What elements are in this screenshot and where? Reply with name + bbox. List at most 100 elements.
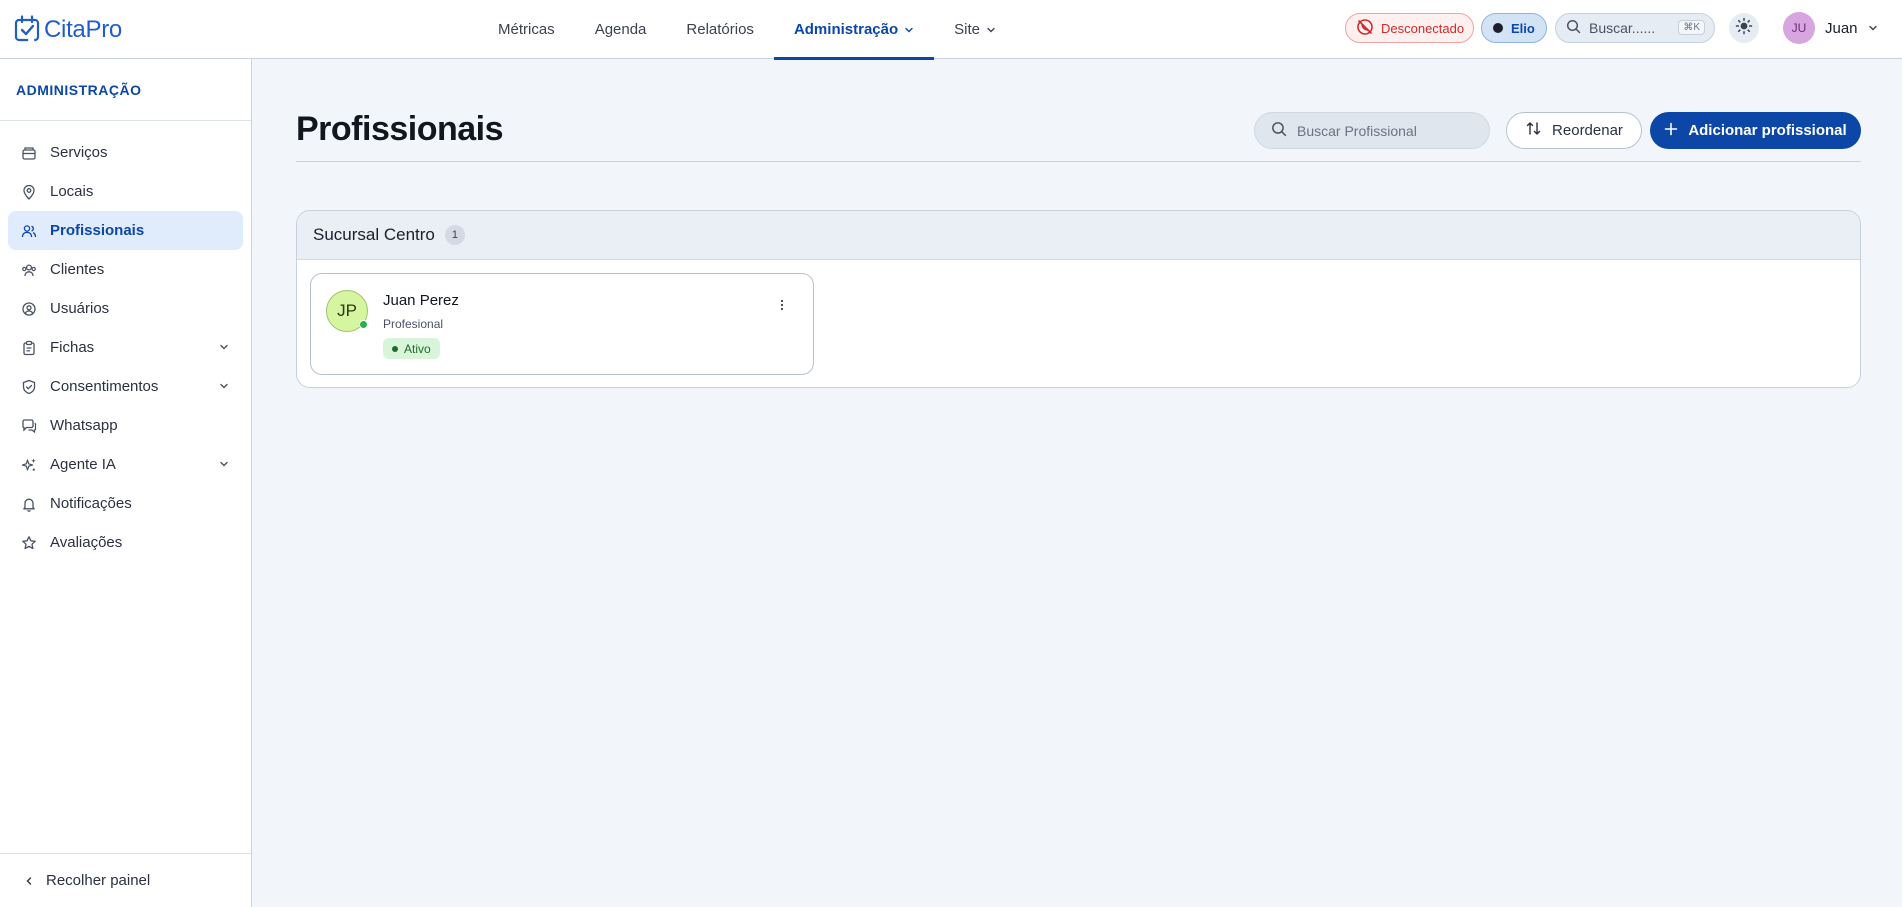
chevron-down-icon	[220, 383, 228, 389]
chevron-down-icon	[1868, 25, 1877, 31]
bot-icon	[1493, 23, 1503, 33]
bell-icon	[20, 495, 38, 513]
sidebar-item-consentimentos[interactable]: Consentimentos	[8, 367, 243, 406]
avatar: JU	[1783, 12, 1815, 44]
page-title: Profissionais	[296, 110, 504, 148]
sidebar-item-label: Locais	[50, 183, 94, 200]
collapse-panel-button[interactable]: Recolher painel	[0, 853, 251, 907]
nav-agenda[interactable]: Agenda	[575, 0, 667, 59]
sidebar-item-clientes[interactable]: Clientes	[8, 250, 243, 289]
professional-card[interactable]: JP Juan Perez Profesional Ativo	[310, 273, 814, 375]
assistant-button[interactable]: Elio	[1481, 13, 1547, 43]
search-icon	[1271, 121, 1287, 140]
chat-icon	[20, 417, 38, 435]
user-name: Juan	[1825, 19, 1858, 37]
sidebar-item-servicos[interactable]: Serviços	[8, 133, 243, 172]
sidebar-item-locais[interactable]: Locais	[8, 172, 243, 211]
sidebar-item-label: Notificações	[50, 495, 132, 512]
reorder-label: Reordenar	[1552, 122, 1623, 139]
status-dot	[392, 345, 398, 352]
sidebar-item-label: Consentimentos	[50, 378, 159, 395]
star-icon	[20, 534, 38, 552]
sidebar-menu: Serviços Locais Profissionais Clientes U…	[0, 121, 251, 562]
global-search[interactable]: Buscar...... ⌘K	[1555, 13, 1715, 43]
chevron-left-icon	[26, 876, 32, 885]
status-label: Ativo	[404, 341, 431, 356]
sidebar-item-label: Serviços	[50, 144, 108, 161]
chevron-down-icon	[220, 461, 228, 467]
search-professional-input[interactable]: Buscar Profissional	[1254, 112, 1490, 149]
reorder-button[interactable]: Reordenar	[1506, 112, 1642, 149]
avatar-initials: JP	[337, 301, 357, 320]
nav-label: Relatórios	[686, 21, 754, 38]
location-group-header: Sucursal Centro 1	[297, 211, 1860, 260]
sidebar: ADMINISTRAÇÃO Serviços Locais Profission…	[0, 59, 252, 907]
professional-name: Juan Perez	[383, 292, 459, 309]
whatsapp-status-label: Desconectado	[1381, 20, 1465, 36]
nav-label: Administração	[793, 21, 899, 38]
users-icon	[20, 222, 38, 240]
sun-icon	[1735, 17, 1753, 39]
more-options-button[interactable]	[772, 296, 792, 316]
whatsapp-off-icon	[1356, 18, 1374, 39]
sidebar-item-whatsapp[interactable]: Whatsapp	[8, 406, 243, 445]
sidebar-item-label: Whatsapp	[50, 417, 118, 434]
chevron-down-icon	[987, 27, 995, 32]
add-professional-button[interactable]: Adicionar profissional	[1650, 112, 1861, 149]
user-circle-icon	[20, 300, 38, 318]
user-menu[interactable]: JU Juan	[1783, 12, 1878, 44]
app-name: CitaPro	[44, 16, 122, 43]
shield-icon	[20, 378, 38, 396]
map-pin-icon	[20, 183, 38, 201]
top-bar: CitaPro Métricas Agenda Relatórios Admin…	[0, 0, 1902, 60]
whatsapp-status-button[interactable]: Desconectado	[1345, 13, 1474, 43]
sidebar-item-profissionais[interactable]: Profissionais	[8, 211, 243, 250]
chevron-down-icon	[905, 27, 913, 32]
plus-icon	[1664, 122, 1678, 140]
box-icon	[20, 144, 38, 162]
search-icon	[1566, 19, 1581, 37]
sidebar-item-label: Usuários	[50, 300, 110, 317]
location-name: Sucursal Centro	[313, 225, 435, 244]
online-indicator	[359, 320, 368, 329]
kebab-menu-icon	[780, 298, 784, 315]
search-professional-placeholder: Buscar Profissional	[1297, 122, 1417, 139]
sidebar-item-avaliacoes[interactable]: Avaliações	[8, 523, 243, 562]
clipboard-icon	[20, 339, 38, 357]
sidebar-item-usuarios[interactable]: Usuários	[8, 289, 243, 328]
nav-site[interactable]: Site	[934, 0, 1016, 59]
main-content: Profissionais Buscar Profissional Reorde…	[252, 59, 1902, 907]
sidebar-item-agente-ia[interactable]: Agente IA	[8, 445, 243, 484]
sparkles-icon	[20, 456, 38, 474]
sidebar-item-label: Profissionais	[50, 222, 145, 239]
avatar: JP	[326, 290, 368, 332]
nav-label: Métricas	[498, 21, 555, 38]
calendar-check-icon	[14, 14, 40, 46]
contacts-icon	[20, 261, 38, 279]
location-group: Sucursal Centro 1 JP Juan Perez Profesio…	[296, 210, 1861, 388]
assistant-label: Elio	[1511, 20, 1535, 36]
collapse-panel-label: Recolher painel	[46, 872, 151, 889]
main-nav: Métricas Agenda Relatórios Administração…	[478, 0, 1016, 60]
nav-relatorios[interactable]: Relatórios	[666, 0, 774, 59]
sidebar-item-notificacoes[interactable]: Notificações	[8, 484, 243, 523]
sidebar-item-fichas[interactable]: Fichas	[8, 328, 243, 367]
global-search-placeholder: Buscar......	[1589, 20, 1656, 36]
sidebar-item-label: Fichas	[50, 339, 95, 356]
nav-administracao[interactable]: Administração	[773, 0, 935, 60]
theme-toggle-button[interactable]	[1729, 13, 1759, 43]
add-professional-label: Adicionar profissional	[1688, 122, 1847, 139]
nav-label: Agenda	[594, 21, 647, 38]
professional-count-badge: 1	[444, 225, 465, 245]
status-badge: Ativo	[383, 338, 440, 359]
app-logo[interactable]: CitaPro	[14, 14, 122, 46]
chevron-down-icon	[220, 344, 228, 350]
professional-role: Profesional	[383, 317, 444, 331]
divider	[296, 161, 1861, 162]
sidebar-item-label: Clientes	[50, 261, 105, 278]
sidebar-title: ADMINISTRAÇÃO	[0, 59, 251, 121]
nav-label: Site	[954, 21, 980, 38]
nav-metricas[interactable]: Métricas	[478, 0, 575, 59]
sort-arrows-icon	[1525, 120, 1542, 141]
search-shortcut: ⌘K	[1678, 20, 1705, 35]
